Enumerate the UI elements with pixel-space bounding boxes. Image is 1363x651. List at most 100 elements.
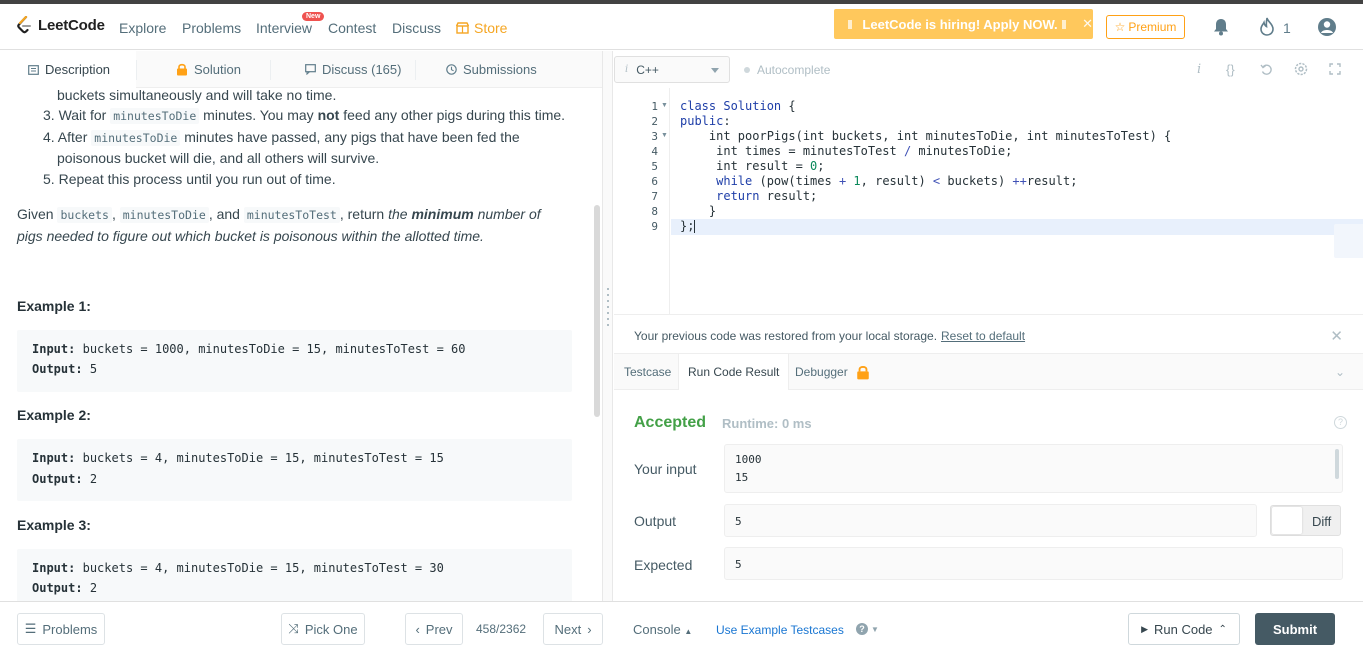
nav-discuss[interactable]: Discuss	[392, 20, 441, 36]
your-input-label: Your input	[634, 461, 697, 477]
bell-icon[interactable]	[1213, 18, 1229, 36]
tab-submissions[interactable]: Submissions	[446, 51, 537, 88]
help-dropdown[interactable]: ? ▼	[856, 623, 879, 635]
fire-icon[interactable]	[1259, 17, 1275, 36]
example-2-output: Output: 2	[32, 472, 97, 486]
lock-icon	[177, 63, 187, 76]
help-icon[interactable]: ?	[1334, 416, 1347, 429]
autocomplete-toggle[interactable]: Autocomplete	[744, 63, 830, 77]
output-box: 5	[724, 504, 1257, 537]
line-number: 8	[651, 205, 658, 218]
example-3-output: Output: 2	[32, 581, 97, 595]
tab-submissions-label: Submissions	[463, 62, 537, 77]
grip-dot	[607, 312, 609, 314]
fold-arrow-icon[interactable]: ▼	[661, 102, 668, 109]
info-icon[interactable]: i	[1197, 62, 1201, 77]
line-number: 7	[651, 190, 658, 203]
use-example-testcases-link[interactable]: Use Example Testcases	[716, 623, 844, 637]
tab-run-code-result[interactable]: Run Code Result	[678, 354, 790, 390]
input-value: buckets = 1000, minutesToDie = 15, minut…	[82, 342, 466, 356]
submit-button[interactable]: Submit	[1255, 613, 1335, 645]
line-number: 3	[651, 130, 658, 143]
chevron-down-icon[interactable]: ⌄	[1335, 365, 1345, 379]
inline-code: minutesToDie	[91, 130, 181, 146]
tab-divider	[415, 60, 416, 80]
problems-button[interactable]: ☰ Problems	[17, 613, 105, 645]
given-and: , and	[208, 206, 240, 222]
tab-testcase[interactable]: Testcase	[624, 354, 671, 390]
reset-to-default-link[interactable]: Reset to default	[941, 329, 1025, 343]
problem-description: buckets simultaneously and will take no …	[0, 88, 602, 601]
premium-button[interactable]: ☆ Premium	[1106, 15, 1185, 39]
expected-label: Expected	[634, 557, 693, 573]
brand-logo[interactable]: LeetCode	[16, 16, 105, 35]
grip-dot	[607, 306, 609, 308]
input-value: buckets = 4, minutesToDie = 15, minutesT…	[82, 451, 444, 465]
next-button[interactable]: Next ›	[543, 613, 603, 645]
grip-dot	[607, 300, 609, 302]
clock-icon	[446, 64, 457, 75]
restore-text: Your previous code was restored from you…	[634, 329, 938, 343]
code-line: public:	[680, 114, 731, 128]
run-code-button[interactable]: ▶ Run Code ⌃	[1128, 613, 1240, 645]
input-label: Input:	[32, 561, 76, 575]
next-label: Next	[554, 621, 582, 637]
chevron-up-icon: ⌃	[1218, 623, 1227, 635]
text-cursor	[694, 220, 696, 233]
line-number: 2	[651, 115, 658, 128]
settings-gear-icon[interactable]	[1294, 62, 1308, 76]
code-editor[interactable]: 1 ▼ 2 3 ▼ 4 5 6 7 8 9 class Solution { pub…	[614, 88, 1363, 314]
fullscreen-icon[interactable]	[1329, 63, 1341, 75]
nav-interview[interactable]: Interview	[256, 20, 312, 36]
chevron-down-icon	[711, 68, 719, 73]
prev-button[interactable]: ‹ Prev	[405, 613, 463, 645]
bottom-bar: ☰ Problems ⤨ Pick One ‹ Prev 458/2362 Ne…	[0, 601, 1363, 651]
side-panel-tab[interactable]	[1334, 224, 1363, 258]
output-value: 5	[735, 515, 742, 528]
reset-icon[interactable]	[1260, 63, 1273, 76]
problems-label: Problems	[42, 621, 98, 637]
input-label: Input:	[32, 342, 76, 356]
panel-splitter[interactable]	[602, 51, 613, 601]
description-scrollbar[interactable]	[594, 205, 600, 417]
diff-toggle[interactable]: Diff	[1270, 505, 1341, 536]
step-continuation: buckets simultaneously and will take no …	[57, 88, 337, 103]
expected-value: 5	[735, 558, 742, 571]
pick-one-label: Pick One	[304, 621, 358, 637]
brand-name: LeetCode	[38, 17, 105, 34]
input-scrollbar[interactable]	[1335, 449, 1339, 479]
tab-solution[interactable]: Solution	[176, 51, 241, 88]
line-number: 9	[651, 220, 658, 233]
tab-description-label: Description	[45, 62, 111, 77]
nav-contest[interactable]: Contest	[328, 20, 376, 36]
step-4: 4. After minutesToDie minutes have passe…	[43, 129, 520, 146]
given-line-1: Given buckets, and, minutesToDie, and mi…	[17, 206, 541, 223]
nav-store[interactable]: Store	[456, 20, 507, 36]
avatar-icon[interactable]	[1317, 17, 1337, 37]
fold-arrow-icon[interactable]: ▼	[661, 132, 668, 139]
hiring-text: LeetCode is hiring! Apply NOW.	[862, 16, 1058, 32]
hiring-banner[interactable]: LeetCode is hiring! Apply NOW. ✕	[834, 9, 1093, 39]
step-3-text: minutes. You may	[203, 107, 314, 123]
close-icon[interactable]: ✕	[1330, 327, 1343, 345]
tab-discuss[interactable]: Discuss (165)	[305, 51, 401, 88]
premium-label: Premium	[1128, 20, 1177, 34]
pick-one-button[interactable]: ⤨ Pick One	[281, 613, 365, 645]
tab-debugger-label: Debugger	[795, 365, 848, 379]
close-icon[interactable]: ✕	[1082, 16, 1093, 32]
expected-box: 5	[724, 547, 1343, 580]
tab-description[interactable]: Description	[0, 51, 136, 88]
tab-debugger[interactable]: Debugger	[795, 354, 870, 390]
nav-explore[interactable]: Explore	[119, 20, 166, 36]
example-3-box: Input: buckets = 4, minutesToDie = 15, m…	[17, 549, 572, 601]
code-line: while (pow(times + 1, result) < buckets)…	[716, 174, 1078, 188]
format-braces-icon[interactable]: {}	[1226, 62, 1235, 77]
current-line-highlight	[671, 219, 1363, 235]
editor-toolbar: i C++ Autocomplete i {}	[614, 51, 1363, 88]
language-select[interactable]: i C++	[614, 56, 730, 83]
step-4-text: minutes have passed, any pigs that have …	[184, 129, 520, 145]
nav-problems[interactable]: Problems	[182, 20, 241, 36]
caret-up-icon: ▲	[684, 627, 693, 636]
list-icon: ☰	[24, 621, 37, 636]
console-toggle[interactable]: Console ▲	[633, 622, 692, 637]
